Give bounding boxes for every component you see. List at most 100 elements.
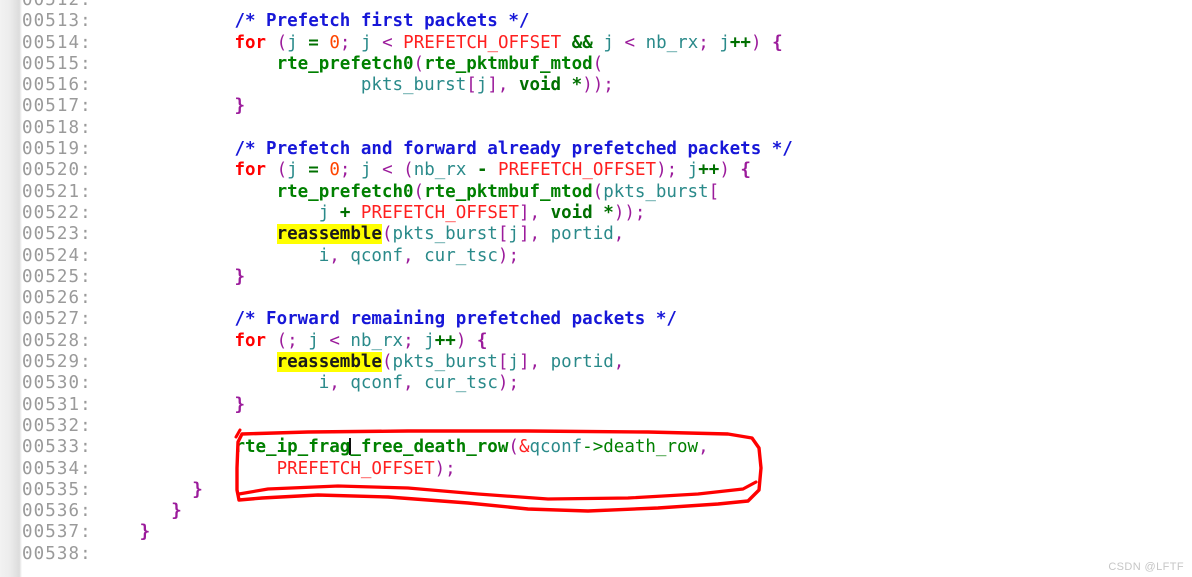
line-code[interactable]: }	[108, 395, 245, 416]
token-ident: cur_tsc	[424, 245, 498, 266]
token-keyword: for	[234, 160, 267, 181]
line-code[interactable]: reassemble(pkts_burst[j], portid,	[108, 224, 624, 245]
line-code[interactable]: }	[108, 522, 151, 543]
line-number: 00513:	[22, 11, 92, 32]
token-op: -	[476, 160, 488, 181]
token-punct: ],	[518, 202, 541, 223]
code-line[interactable]: 00519: /* Prefetch and forward already p…	[0, 139, 1192, 160]
line-code[interactable]: rte_prefetch0(rte_pktmbuf_mtod(	[108, 53, 604, 75]
line-code[interactable]: i, qconf, cur_tsc);	[108, 246, 519, 267]
token-punct: ));	[582, 75, 614, 96]
line-code[interactable]: i, qconf, cur_tsc);	[108, 373, 519, 394]
token-ident: j	[508, 224, 519, 245]
line-code[interactable]: rte_prefetch0(rte_pktmbuf_mtod(pkts_burs…	[108, 182, 720, 203]
line-code[interactable]: j + PREFETCH_OFFSET], void *));	[108, 202, 646, 224]
line-code[interactable]: for (; j < nb_rx; j++) {	[108, 331, 487, 352]
token-punct: ],	[518, 224, 541, 245]
token-brace: {	[476, 330, 488, 351]
token-ident: pkts_burst	[392, 224, 498, 245]
line-code[interactable]: }	[108, 501, 182, 522]
code-line[interactable]: 00537: }	[0, 522, 1192, 543]
token-punct: ;	[339, 160, 351, 181]
code-lines-container[interactable]: 00512: 00513: /* Prefetch first packets *…	[0, 0, 1192, 565]
line-code[interactable]: for (j = 0; j < PREFETCH_OFFSET && j < n…	[108, 32, 782, 54]
token-func: rte_ip_frag	[234, 437, 351, 458]
code-line[interactable]: 00514: for (j = 0; j < PREFETCH_OFFSET &…	[0, 33, 1192, 54]
token-punct: );	[656, 160, 678, 181]
token-ident: i	[318, 245, 330, 266]
line-code[interactable]: /* Forward remaining prefetched packets …	[108, 309, 677, 330]
code-line[interactable]: 00527: /* Forward remaining prefetched p…	[0, 309, 1192, 330]
line-code[interactable]: pkts_burst[j], void *));	[108, 75, 614, 96]
code-line[interactable]: 00517: }	[0, 96, 1192, 117]
token-ident: j	[508, 352, 519, 373]
watermark: CSDN @LFTF	[1108, 561, 1184, 573]
code-line[interactable]: 00512:	[0, 0, 1192, 11]
code-line[interactable]: 00523: reassemble(pkts_burst[j], portid,	[0, 224, 1192, 245]
code-line[interactable]: 00536: }	[0, 501, 1192, 522]
code-line[interactable]: 00516: pkts_burst[j], void *));	[0, 75, 1192, 96]
line-code[interactable]: for (j = 0; j < (nb_rx - PREFETCH_OFFSET…	[108, 160, 751, 181]
code-viewer[interactable]: 00512: 00513: /* Prefetch first packets *…	[0, 0, 1192, 577]
line-code[interactable]: rte_ip_frag_free_death_row(&qconf->death…	[108, 437, 708, 458]
line-code[interactable]: PREFETCH_OFFSET);	[108, 459, 456, 480]
code-line[interactable]: 00524: i, qconf, cur_tsc);	[0, 246, 1192, 267]
line-number: 00535:	[22, 479, 92, 500]
code-line[interactable]: 00533: rte_ip_frag_free_death_row(&qconf…	[0, 437, 1192, 458]
code-line[interactable]: 00518:	[0, 118, 1192, 139]
code-line[interactable]: 00522: j + PREFETCH_OFFSET], void *));	[0, 203, 1192, 224]
code-line[interactable]: 00535: }	[0, 480, 1192, 501]
line-number: 00526:	[22, 288, 92, 309]
token-ident: pkts_burst	[392, 352, 498, 373]
code-line[interactable]: 00538:	[0, 544, 1192, 565]
token-op: =	[308, 160, 319, 181]
line-code[interactable]: }	[108, 267, 245, 288]
line-number: 00518:	[22, 117, 92, 138]
token-func: _free_death_row	[350, 437, 509, 458]
line-code[interactable]: /* Prefetch and forward already prefetch…	[108, 139, 792, 160]
code-line[interactable]: 00521: rte_prefetch0(rte_pktmbuf_mtod(pk…	[0, 182, 1192, 203]
token-punct: (	[413, 53, 425, 74]
code-line[interactable]: 00515: rte_prefetch0(rte_pktmbuf_mtod(	[0, 54, 1192, 75]
token-op: *	[603, 202, 614, 223]
token-macro: &	[518, 437, 530, 458]
token-ident: nb_rx	[413, 160, 467, 181]
token-hl: reassemble	[276, 352, 382, 373]
token-macro: PREFETCH_OFFSET	[403, 32, 562, 53]
code-line[interactable]: 00520: for (j = 0; j < (nb_rx - PREFETCH…	[0, 160, 1192, 181]
line-code[interactable]: }	[108, 96, 245, 117]
line-number: 00530:	[22, 373, 92, 394]
token-brace: {	[740, 160, 751, 181]
code-line[interactable]: 00532:	[0, 416, 1192, 437]
line-code[interactable]: /* Prefetch first packets */	[108, 11, 529, 32]
line-code[interactable]: }	[108, 480, 203, 501]
token-brace: }	[192, 479, 203, 500]
code-line[interactable]: 00534: PREFETCH_OFFSET);	[0, 459, 1192, 480]
token-ident: pkts_burst	[360, 75, 467, 96]
code-line[interactable]: 00531: }	[0, 395, 1192, 416]
code-line[interactable]: 00528: for (; j < nb_rx; j++) {	[0, 331, 1192, 352]
line-code[interactable]: reassemble(pkts_burst[j], portid,	[108, 352, 624, 373]
token-punct: ;	[403, 330, 414, 351]
token-func: rte_prefetch0	[276, 53, 414, 74]
code-line[interactable]: 00530: i, qconf, cur_tsc);	[0, 373, 1192, 394]
code-line[interactable]: 00526:	[0, 288, 1192, 309]
token-keyword: for	[234, 32, 267, 53]
code-line[interactable]: 00529: reassemble(pkts_burst[j], portid,	[0, 352, 1192, 373]
code-line[interactable]: 00513: /* Prefetch first packets */	[0, 11, 1192, 32]
code-line[interactable]: 00525: }	[0, 267, 1192, 288]
